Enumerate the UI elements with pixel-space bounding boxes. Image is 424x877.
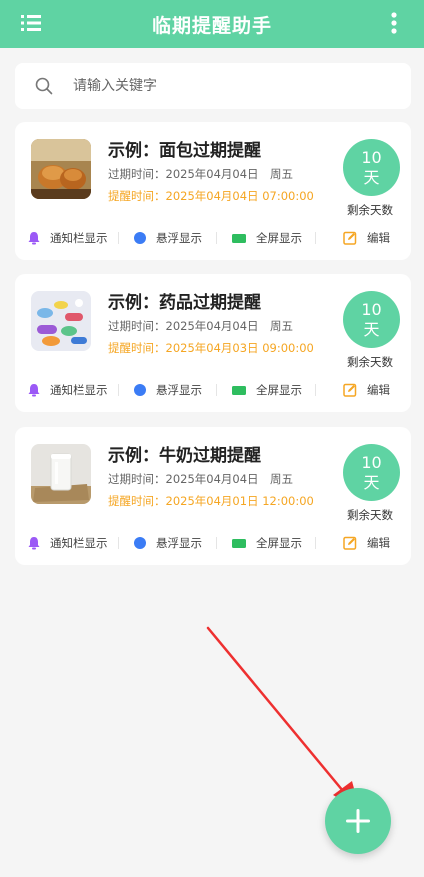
float-display-label: 悬浮显示 xyxy=(156,536,202,550)
days-unit: 天 xyxy=(363,472,380,492)
notify-bar-toggle[interactable]: 通知栏显示 xyxy=(28,380,108,400)
card-actions: 通知栏显示 悬浮显示 全屏显示 编辑 xyxy=(15,228,411,248)
full-screen-label: 全屏显示 xyxy=(256,536,302,550)
page-title: 临期提醒助手 xyxy=(151,14,272,37)
blue-dot-icon xyxy=(134,537,146,549)
add-reminder-button[interactable] xyxy=(325,788,391,854)
annotation-arrow-icon xyxy=(206,626,360,811)
card-actions: 通知栏显示 悬浮显示 全屏显示 编辑 xyxy=(15,380,411,400)
divider xyxy=(315,537,316,549)
remind-time: 提醒时间：2025年04月01日 12:00:00 xyxy=(108,494,314,508)
fullscreen-rect-icon xyxy=(232,538,246,548)
full-screen-toggle[interactable]: 全屏显示 xyxy=(232,380,302,400)
edit-label: 编辑 xyxy=(367,536,390,550)
notify-bar-toggle[interactable]: 通知栏显示 xyxy=(28,228,108,248)
app-header: 临期提醒助手 xyxy=(0,0,424,48)
divider xyxy=(216,537,217,549)
edit-button[interactable]: 编辑 xyxy=(343,380,390,400)
expire-time: 过期时间：2025年04月04日 周五 xyxy=(108,472,294,486)
more-vertical-icon[interactable] xyxy=(390,12,398,34)
card-title: 示例：牛奶过期提醒 xyxy=(108,446,261,466)
days-remaining-label: 剩余天数 xyxy=(347,355,393,369)
card-title: 示例：面包过期提醒 xyxy=(108,141,261,161)
plus-icon xyxy=(346,809,370,833)
milk-photo xyxy=(31,444,91,504)
bell-icon xyxy=(28,384,40,397)
edit-button[interactable]: 编辑 xyxy=(343,533,390,553)
divider xyxy=(118,232,119,244)
notify-bar-label: 通知栏显示 xyxy=(50,231,108,245)
notify-bar-label: 通知栏显示 xyxy=(50,536,108,550)
days-remaining-label: 剩余天数 xyxy=(347,508,393,522)
notify-bar-label: 通知栏显示 xyxy=(50,383,108,397)
fullscreen-rect-icon xyxy=(232,233,246,243)
float-display-toggle[interactable]: 悬浮显示 xyxy=(134,533,202,553)
days-unit: 天 xyxy=(363,319,380,339)
bell-icon xyxy=(28,232,40,245)
remind-time: 提醒时间：2025年04月04日 07:00:00 xyxy=(108,189,314,203)
edit-label: 编辑 xyxy=(367,231,390,245)
pills-photo xyxy=(31,291,91,351)
float-display-label: 悬浮显示 xyxy=(156,231,202,245)
edit-label: 编辑 xyxy=(367,383,390,397)
edit-icon xyxy=(343,231,357,245)
float-display-label: 悬浮显示 xyxy=(156,383,202,397)
edit-icon xyxy=(343,383,357,397)
blue-dot-icon xyxy=(134,232,146,244)
divider xyxy=(315,232,316,244)
card-actions: 通知栏显示 悬浮显示 全屏显示 编辑 xyxy=(15,533,411,553)
divider xyxy=(118,537,119,549)
days-unit: 天 xyxy=(363,167,380,187)
divider xyxy=(216,232,217,244)
fullscreen-rect-icon xyxy=(232,385,246,395)
search-input[interactable] xyxy=(73,78,373,94)
divider xyxy=(315,384,316,396)
days-count: 10 xyxy=(361,299,382,319)
days-remaining-badge: 10 天 xyxy=(343,291,400,348)
card-title: 示例：药品过期提醒 xyxy=(108,293,261,313)
remind-time: 提醒时间：2025年04月03日 09:00:00 xyxy=(108,341,314,355)
reminder-card-medicine[interactable]: 示例：药品过期提醒 过期时间：2025年04月04日 周五 提醒时间：2025年… xyxy=(15,274,411,412)
edit-button[interactable]: 编辑 xyxy=(343,228,390,248)
days-count: 10 xyxy=(361,147,382,167)
days-remaining-badge: 10 天 xyxy=(343,139,400,196)
full-screen-label: 全屏显示 xyxy=(256,231,302,245)
bell-icon xyxy=(28,537,40,550)
days-count: 10 xyxy=(361,452,382,472)
reminder-card-bread[interactable]: 示例：面包过期提醒 过期时间：2025年04月04日 周五 提醒时间：2025年… xyxy=(15,122,411,260)
float-display-toggle[interactable]: 悬浮显示 xyxy=(134,228,202,248)
reminder-card-milk[interactable]: 示例：牛奶过期提醒 过期时间：2025年04月04日 周五 提醒时间：2025年… xyxy=(15,427,411,565)
divider xyxy=(118,384,119,396)
edit-icon xyxy=(343,536,357,550)
expire-time: 过期时间：2025年04月04日 周五 xyxy=(108,319,294,333)
blue-dot-icon xyxy=(134,384,146,396)
float-display-toggle[interactable]: 悬浮显示 xyxy=(134,380,202,400)
full-screen-toggle[interactable]: 全屏显示 xyxy=(232,533,302,553)
search-bar[interactable] xyxy=(15,63,411,109)
divider xyxy=(216,384,217,396)
full-screen-label: 全屏显示 xyxy=(256,383,302,397)
full-screen-toggle[interactable]: 全屏显示 xyxy=(232,228,302,248)
notify-bar-toggle[interactable]: 通知栏显示 xyxy=(28,533,108,553)
list-menu-icon[interactable] xyxy=(21,14,41,32)
search-icon xyxy=(35,77,53,95)
days-remaining-badge: 10 天 xyxy=(343,444,400,501)
days-remaining-label: 剩余天数 xyxy=(347,203,393,217)
bread-photo xyxy=(31,139,91,199)
expire-time: 过期时间：2025年04月04日 周五 xyxy=(108,167,294,181)
